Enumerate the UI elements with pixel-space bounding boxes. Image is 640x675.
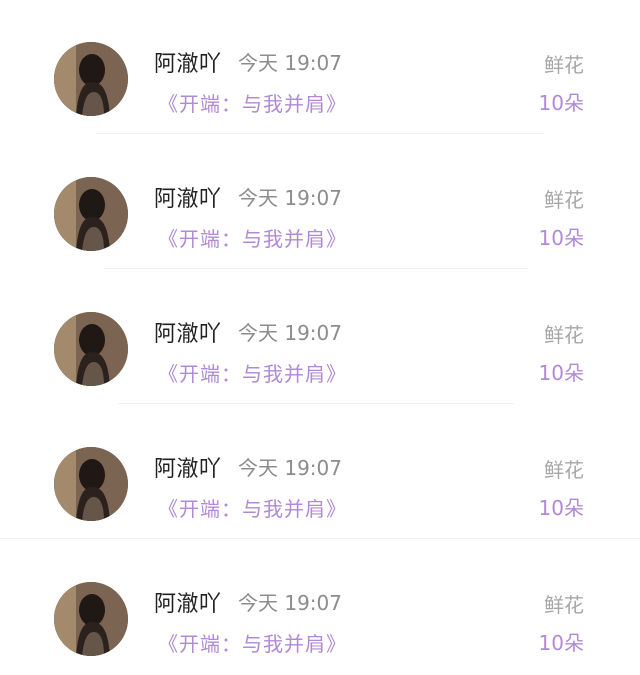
user-avatar[interactable] — [54, 177, 128, 251]
user-avatar[interactable] — [54, 582, 128, 656]
row-divider — [118, 403, 514, 404]
book-title-link[interactable]: 《开端：与我并肩》 — [158, 358, 347, 387]
gift-record-row[interactable]: 阿澈吖 今天 19:07 《开端：与我并肩》 鲜花 10朵 — [0, 135, 640, 270]
user-name[interactable]: 阿澈吖 — [154, 451, 222, 483]
gift-count: 10朵 — [538, 496, 584, 520]
gift-count: 10朵 — [538, 91, 584, 115]
user-name[interactable]: 阿澈吖 — [154, 586, 222, 618]
user-name[interactable]: 阿澈吖 — [154, 316, 222, 348]
gift-record-list: 阿澈吖 今天 19:07 《开端：与我并肩》 鲜花 10朵 阿澈吖 今天 19:… — [0, 0, 640, 673]
gift-type: 鲜花 — [544, 188, 584, 212]
gift-count: 10朵 — [538, 361, 584, 385]
row-divider — [0, 538, 640, 539]
book-title-link[interactable]: 《开端：与我并肩》 — [158, 493, 347, 522]
gift-time: 今天 19:07 — [238, 51, 342, 75]
gift-count: 10朵 — [538, 631, 584, 655]
gift-type: 鲜花 — [544, 593, 584, 617]
gift-type: 鲜花 — [544, 53, 584, 77]
book-title-link[interactable]: 《开端：与我并肩》 — [158, 88, 347, 117]
row-divider — [104, 268, 528, 269]
gift-time: 今天 19:07 — [238, 456, 342, 480]
user-avatar[interactable] — [54, 447, 128, 521]
user-name[interactable]: 阿澈吖 — [154, 46, 222, 78]
row-divider — [96, 133, 544, 134]
user-name[interactable]: 阿澈吖 — [154, 181, 222, 213]
gift-type: 鲜花 — [544, 323, 584, 347]
book-title-link[interactable]: 《开端：与我并肩》 — [158, 628, 347, 657]
gift-record-row[interactable]: 阿澈吖 今天 19:07 《开端：与我并肩》 鲜花 10朵 — [0, 270, 640, 405]
gift-time: 今天 19:07 — [238, 186, 342, 210]
gift-record-row[interactable]: 阿澈吖 今天 19:07 《开端：与我并肩》 鲜花 10朵 — [0, 540, 640, 675]
user-avatar[interactable] — [54, 312, 128, 386]
gift-time: 今天 19:07 — [238, 591, 342, 615]
gift-type: 鲜花 — [544, 458, 584, 482]
gift-time: 今天 19:07 — [238, 321, 342, 345]
gift-record-row[interactable]: 阿澈吖 今天 19:07 《开端：与我并肩》 鲜花 10朵 — [0, 0, 640, 135]
user-avatar[interactable] — [54, 42, 128, 116]
gift-count: 10朵 — [538, 226, 584, 250]
book-title-link[interactable]: 《开端：与我并肩》 — [158, 223, 347, 252]
gift-record-row[interactable]: 阿澈吖 今天 19:07 《开端：与我并肩》 鲜花 10朵 — [0, 405, 640, 540]
